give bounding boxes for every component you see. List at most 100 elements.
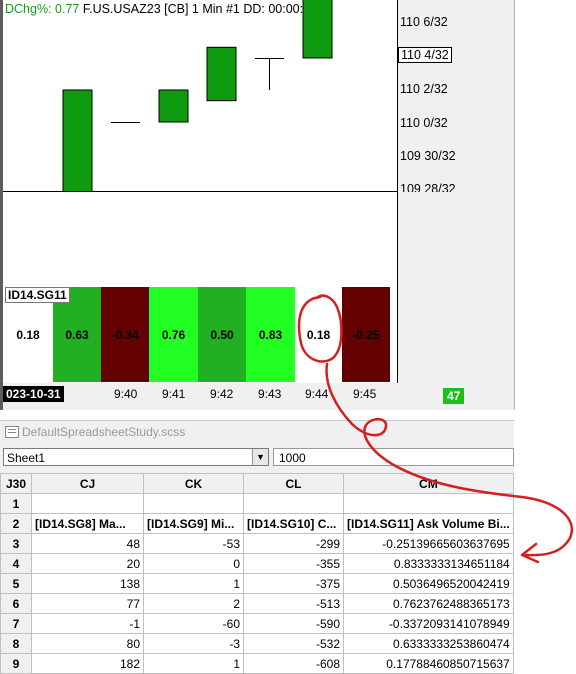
- grid-cell[interactable]: -375: [243, 573, 344, 594]
- price-axis[interactable]: 110 6/32 110 4/32 110 2/32 110 0/32 109 …: [397, 0, 472, 192]
- table-row: 7 -1 -60 -590 -0.3372093141078949: [0, 613, 514, 634]
- table-row: 1: [0, 493, 514, 514]
- grid-cell[interactable]: -532: [243, 633, 344, 654]
- grid-cell[interactable]: 0.7623762488365173: [343, 593, 514, 614]
- grid-cell[interactable]: 2: [143, 593, 244, 614]
- column-header[interactable]: CM: [343, 473, 514, 494]
- time-axis[interactable]: 023-10-31 9:40 9:41 9:42 9:43 9:44 9:45: [3, 384, 397, 404]
- candle-body[interactable]: [111, 122, 140, 123]
- current-price-label: 110 4/32: [398, 47, 452, 63]
- time-axis-label: 9:42: [210, 387, 234, 401]
- time-axis-label: 9:41: [162, 387, 186, 401]
- row-header[interactable]: 8: [0, 633, 32, 654]
- row-header[interactable]: 5: [0, 573, 32, 594]
- column-header[interactable]: CK: [143, 473, 244, 494]
- time-axis-label: 9:43: [258, 387, 282, 401]
- grid-cell[interactable]: 0.6333333253860474: [343, 633, 514, 654]
- time-axis-label: 9:45: [353, 387, 377, 401]
- cell-value-text: 1000: [279, 451, 306, 465]
- row-header[interactable]: 9: [0, 653, 32, 674]
- time-axis-label: 9:40: [114, 387, 138, 401]
- table-row: 3 48 -53 -299 -0.25139665603637695: [0, 533, 514, 554]
- grid-cell[interactable]: [ID14.SG11] Ask Volume Bi...: [343, 513, 514, 534]
- study-label: ID14.SG11: [5, 287, 70, 303]
- price-axis-tick: 110 2/32: [400, 82, 448, 96]
- row-header[interactable]: 2: [0, 513, 32, 534]
- price-axis-tick: 110 0/32: [400, 116, 448, 130]
- grid-cell[interactable]: 80: [31, 633, 144, 654]
- grid-cell[interactable]: -513: [243, 593, 344, 614]
- sheet-selector-value: Sheet1: [7, 451, 46, 465]
- grid-cell[interactable]: -590: [243, 613, 344, 634]
- table-row: 9 182 1 -608 0.17788460850715637: [0, 653, 514, 674]
- grid-cell[interactable]: -3: [143, 633, 244, 654]
- spreadsheet-file-icon: [5, 426, 19, 438]
- table-row: 5 138 1 -375 0.5036496520042419: [0, 573, 514, 594]
- study-cell: 0.50: [198, 287, 246, 382]
- grid-cell[interactable]: 182: [31, 653, 144, 674]
- grid-cell[interactable]: 1: [143, 573, 244, 594]
- table-row: 6 77 2 -513 0.7623762488365173: [0, 593, 514, 614]
- study-cell: -0.25: [342, 287, 390, 382]
- spreadsheet-title: DefaultSpreadsheetStudy.scss: [22, 425, 186, 439]
- row-header[interactable]: 7: [0, 613, 32, 634]
- grid-cell[interactable]: [143, 493, 244, 514]
- grid-cell[interactable]: 0: [143, 553, 244, 574]
- cell-value-input[interactable]: 1000: [273, 448, 514, 466]
- time-axis-label: 9:44: [305, 387, 329, 401]
- sheet-selector-dropdown[interactable]: Sheet1 ▼: [3, 448, 269, 466]
- grid-cell[interactable]: [ID14.SG9] Mi...: [143, 513, 244, 534]
- dropdown-arrow-icon[interactable]: ▼: [252, 449, 268, 465]
- grid-cell[interactable]: 138: [31, 573, 144, 594]
- grid-cell[interactable]: -0.3372093141078949: [343, 613, 514, 634]
- grid-cell[interactable]: 77: [31, 593, 144, 614]
- price-axis-tick: 109 28/32: [400, 182, 456, 192]
- count-badge: 47: [443, 388, 465, 404]
- grid-cell[interactable]: [31, 493, 144, 514]
- grid-cell[interactable]: [243, 493, 344, 514]
- date-label: 023-10-31: [3, 386, 64, 402]
- chart-window: DChg%: 0.77 F.US.USAZ23 [CB] 1 Min #1 DD…: [0, 0, 576, 410]
- grid-cell[interactable]: 1: [143, 653, 244, 674]
- grid-cell[interactable]: -1: [31, 613, 144, 634]
- grid-cell[interactable]: [ID14.SG10] C...: [243, 513, 344, 534]
- spreadsheet-titlebar[interactable]: DefaultSpreadsheetStudy.scss: [0, 421, 514, 443]
- row-header[interactable]: 6: [0, 593, 32, 614]
- grid-cell[interactable]: -0.25139665603637695: [343, 533, 514, 554]
- annotation-arrow-head: [520, 542, 540, 564]
- column-header-row: J30 CJ CK CL CM: [0, 473, 514, 494]
- column-header[interactable]: CJ: [31, 473, 144, 494]
- corner-cell-label[interactable]: J30: [0, 473, 32, 494]
- candle-body[interactable]: [62, 89, 93, 192]
- grid-cell[interactable]: -53: [143, 533, 244, 554]
- grid-cell[interactable]: -608: [243, 653, 344, 674]
- grid-cell[interactable]: -299: [243, 533, 344, 554]
- grid-cell[interactable]: -355: [243, 553, 344, 574]
- candlestick-series[interactable]: [3, 0, 397, 192]
- grid-cell[interactable]: -60: [143, 613, 244, 634]
- study-cell: 0.18: [295, 287, 342, 382]
- study-cell: 0.83: [246, 287, 295, 382]
- candle-body[interactable]: [158, 89, 189, 123]
- table-row: 8 80 -3 -532 0.6333333253860474: [0, 633, 514, 654]
- table-row: 4 20 0 -355 0.8333333134651184: [0, 553, 514, 574]
- grid-cell[interactable]: 0.8333333134651184: [343, 553, 514, 574]
- spreadsheet-window: DefaultSpreadsheetStudy.scss Sheet1 ▼ 10…: [0, 420, 514, 674]
- grid-cell[interactable]: 0.5036496520042419: [343, 573, 514, 594]
- grid-cell[interactable]: 48: [31, 533, 144, 554]
- candle-body[interactable]: [255, 57, 284, 59]
- grid-cell[interactable]: 20: [31, 553, 144, 574]
- grid-cell[interactable]: 0.17788460850715637: [343, 653, 514, 674]
- grid-cell[interactable]: [ID14.SG8] Ma...: [31, 513, 144, 534]
- grid-cell[interactable]: [343, 493, 514, 514]
- price-axis-tick: 110 6/32: [400, 15, 448, 29]
- candle-body[interactable]: [302, 0, 333, 59]
- spreadsheet-grid[interactable]: J30 CJ CK CL CM 1 2 [ID14.SG8] Ma... [ID…: [0, 473, 514, 674]
- candle-body[interactable]: [206, 46, 237, 102]
- adjacent-window: [514, 0, 576, 410]
- row-header[interactable]: 4: [0, 553, 32, 574]
- column-header[interactable]: CL: [243, 473, 344, 494]
- table-row: 2 [ID14.SG8] Ma... [ID14.SG9] Mi... [ID1…: [0, 513, 514, 534]
- row-header[interactable]: 3: [0, 533, 32, 554]
- row-header[interactable]: 1: [0, 493, 32, 514]
